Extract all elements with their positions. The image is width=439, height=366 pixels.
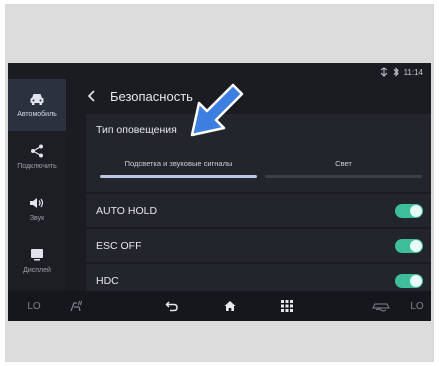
alert-type-row: Тип оповещения Подсветка и звуковые сигн… <box>86 114 431 192</box>
toggle-label: ESC OFF <box>96 239 142 252</box>
seat-heat-button[interactable] <box>64 291 88 321</box>
sidebar-item-label: Подключить <box>17 163 57 170</box>
auto-hold-switch[interactable] <box>395 203 423 218</box>
signal-icon <box>380 67 387 77</box>
car-defrost-icon <box>372 303 390 312</box>
option-light[interactable]: Свет <box>261 152 426 178</box>
right-temperature[interactable]: LO <box>406 291 428 321</box>
sidebar-item-display[interactable]: Дисплей <box>8 235 66 287</box>
display-icon <box>31 249 43 261</box>
share-icon <box>31 144 43 158</box>
toggle-label: HDC <box>96 274 119 287</box>
bluetooth-icon <box>393 67 399 77</box>
sidebar-item-label: Звук <box>29 215 45 222</box>
sidebar-item-connect[interactable]: Подключить <box>8 131 66 183</box>
sidebar-item-label: Автомобиль <box>17 111 57 118</box>
clock: 11:14 <box>403 67 423 77</box>
apps-button[interactable] <box>275 291 299 321</box>
grid-icon <box>281 300 293 312</box>
switch-knob <box>410 204 422 217</box>
defrost-button[interactable] <box>368 291 394 321</box>
back-arrow-icon[interactable] <box>86 89 98 103</box>
home-button[interactable] <box>218 291 242 321</box>
car-icon <box>30 94 44 105</box>
sidebar-item-sound[interactable]: Звук <box>8 183 66 235</box>
toggle-label: AUTO HOLD <box>96 204 158 217</box>
bottom-bar: LO LO <box>8 291 431 321</box>
back-return-icon <box>165 301 178 312</box>
status-bar: 11:14 <box>380 65 423 79</box>
alert-type-selector: Подсветка и звуковые сигналы Свет <box>96 152 426 178</box>
page-header: Безопасность <box>86 81 193 111</box>
home-icon <box>224 301 236 311</box>
switch-knob <box>410 239 422 252</box>
page-title: Безопасность <box>110 88 193 104</box>
toggle-row-esc-off: ESC OFF <box>86 228 431 262</box>
screenshot-frame: 11:14 Автомобиль Подключить Звук Дисплей… <box>0 0 439 366</box>
sidebar-item-label: Дисплей <box>23 267 51 274</box>
infotainment-screen: 11:14 Автомобиль Подключить Звук Дисплей… <box>8 63 431 321</box>
left-temperature[interactable]: LO <box>22 291 46 321</box>
toggle-row-auto-hold: AUTO HOLD <box>86 193 431 227</box>
annotation-arrow-icon <box>190 83 244 137</box>
speaker-icon <box>30 198 44 208</box>
option-lights-and-sounds[interactable]: Подсветка и звуковые сигналы <box>96 152 261 178</box>
alert-type-label: Тип оповещения <box>96 124 177 136</box>
switch-knob <box>410 274 422 287</box>
esc-off-switch[interactable] <box>395 238 423 253</box>
sidebar: Автомобиль Подключить Звук Дисплей <box>8 79 66 289</box>
sidebar-item-vehicle[interactable]: Автомобиль <box>8 79 66 131</box>
back-button[interactable] <box>160 291 184 321</box>
hdc-switch[interactable] <box>395 273 423 288</box>
seat-heat-icon <box>70 300 82 312</box>
settings-panel: Безопасность Тип оповещения Подсветка и … <box>86 79 431 297</box>
